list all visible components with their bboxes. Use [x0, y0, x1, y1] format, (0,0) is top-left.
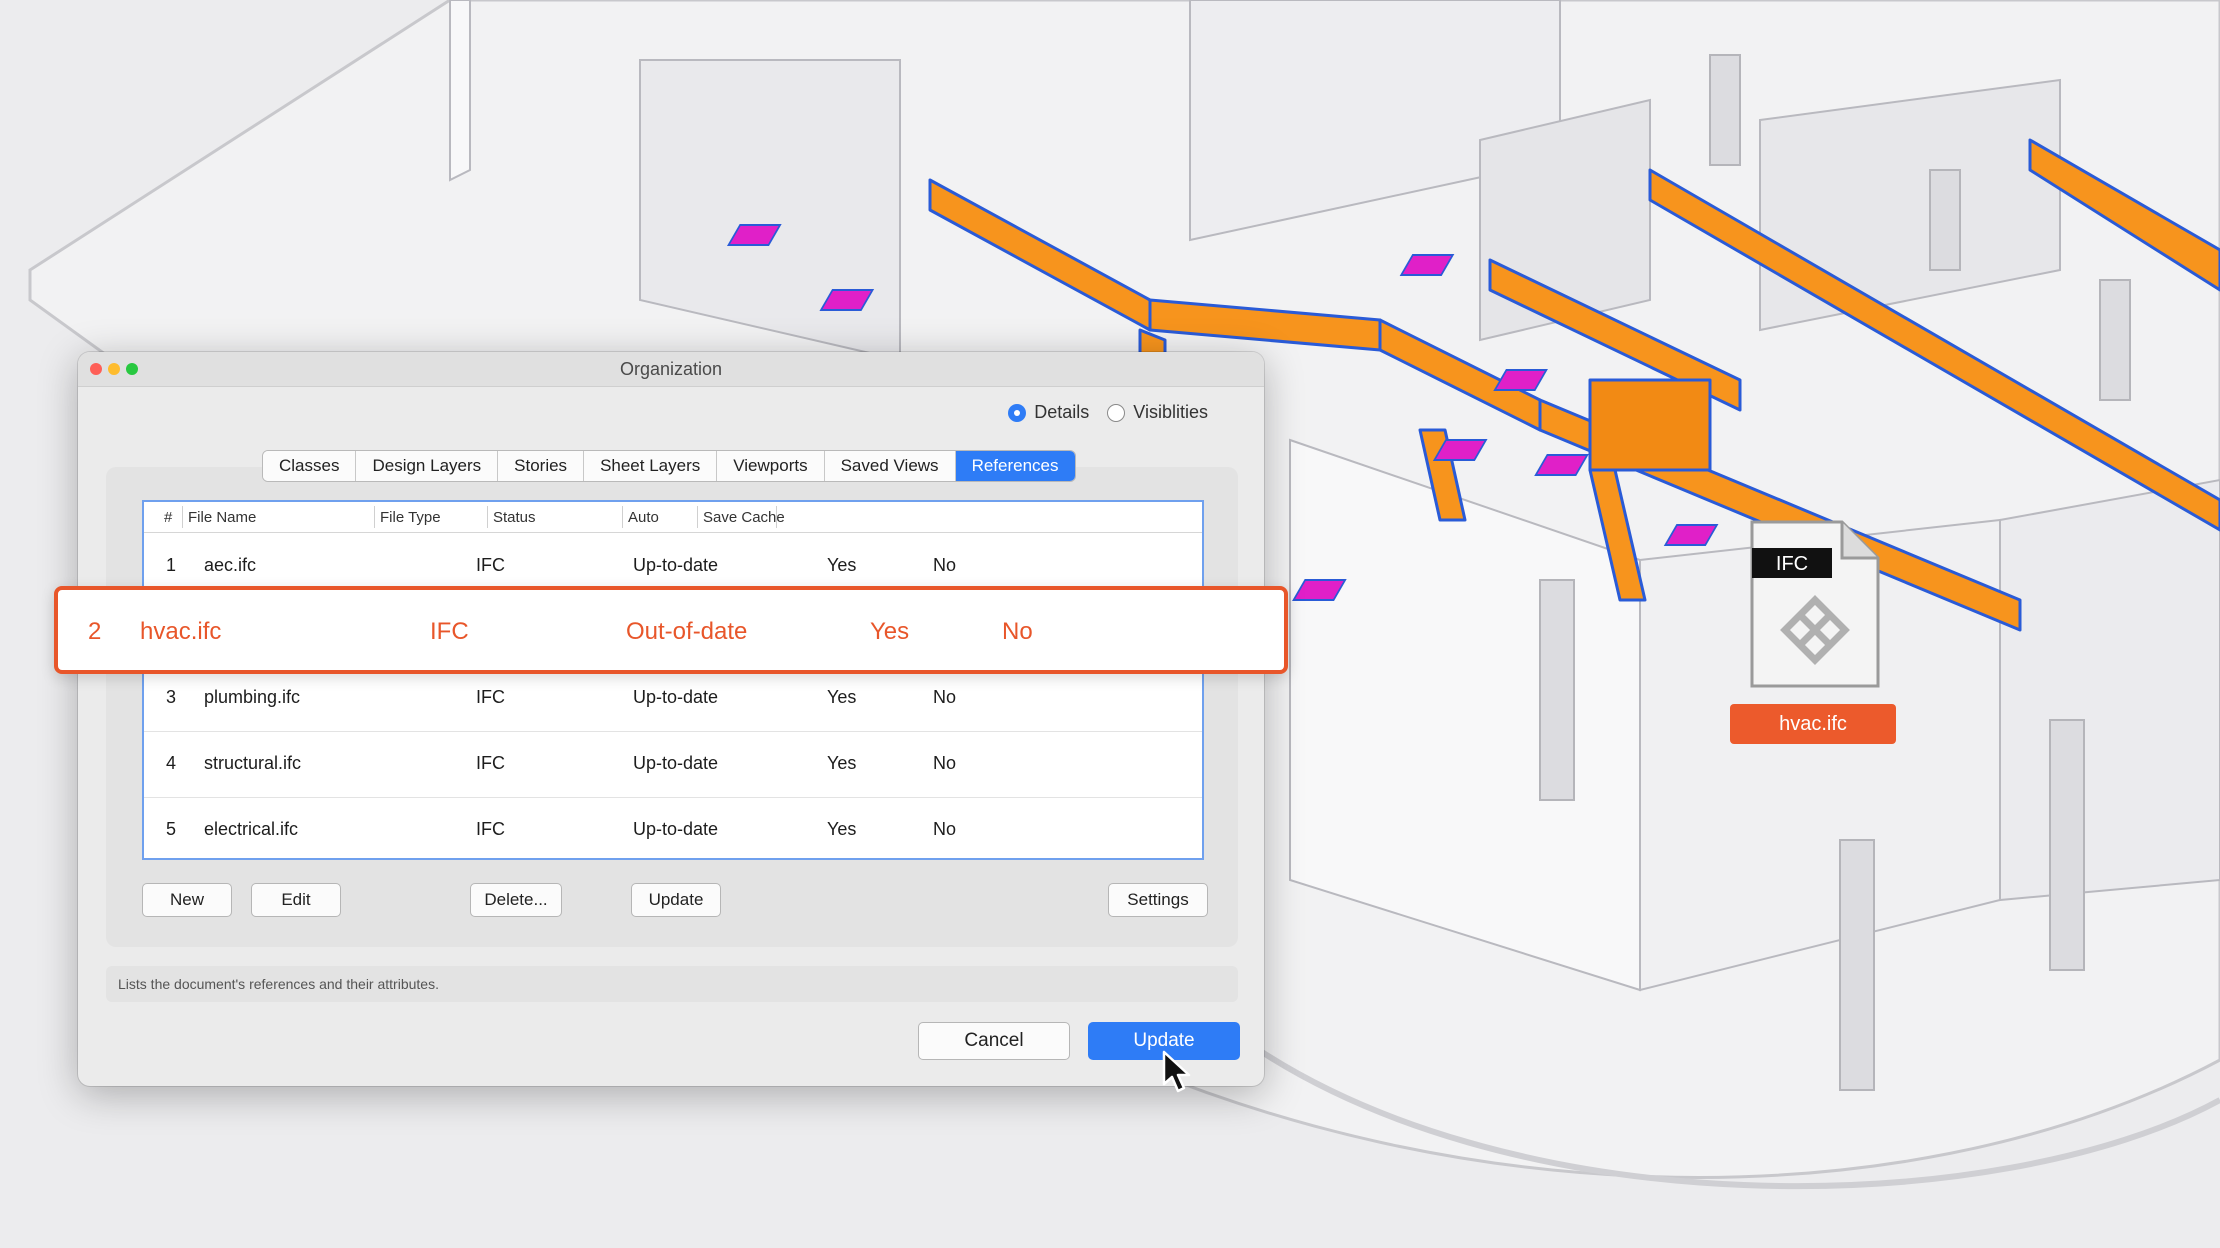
tab-sheet-layers[interactable]: Sheet Layers — [584, 451, 718, 481]
cell-file-name: hvac.ifc — [140, 618, 222, 645]
ifc-file-icon: IFC — [1750, 520, 1880, 688]
radio-visiblities[interactable]: Visiblities — [1107, 402, 1208, 423]
organization-dialog: Organization Details Visiblities Classes… — [78, 352, 1264, 1086]
table-header: # File Name File Type Status Auto Save C… — [144, 502, 1202, 533]
table-row[interactable]: 3 plumbing.ifc IFC Up-to-date Yes No — [144, 665, 1202, 732]
cell-auto: Yes — [827, 819, 857, 839]
edit-button[interactable]: Edit — [251, 883, 341, 917]
cell-file-name: electrical.ifc — [204, 819, 299, 839]
cell-file-type: IFC — [476, 819, 505, 839]
cell-file-type: IFC — [430, 618, 469, 645]
cell-file-type: IFC — [476, 753, 505, 773]
tab-design-layers[interactable]: Design Layers — [356, 451, 499, 481]
radio-details-label: Details — [1034, 402, 1090, 422]
cell-file-name: aec.ifc — [204, 555, 257, 575]
column-divider — [182, 506, 183, 528]
column-header-file-type[interactable]: File Type — [380, 509, 441, 526]
title-bar: Organization — [78, 352, 1264, 387]
radio-selected-icon — [1008, 403, 1027, 422]
cell-file-type: IFC — [476, 687, 505, 707]
cell-status: Out-of-date — [626, 618, 748, 645]
cell-save-cache: No — [933, 819, 957, 839]
view-mode-radio-group: Details Visiblities — [1008, 402, 1208, 423]
ifc-file-name-badge: hvac.ifc — [1730, 704, 1896, 744]
tab-saved-views[interactable]: Saved Views — [824, 451, 956, 481]
help-text: Lists the document's references and thei… — [106, 966, 1238, 1002]
highlighted-row-hvac[interactable]: 2 hvac.ifc IFC Out-of-date Yes No — [54, 586, 1288, 674]
cell-auto: Yes — [827, 555, 857, 575]
cell-number: 2 — [88, 618, 102, 645]
cell-save-cache: No — [933, 753, 957, 773]
cell-status: Up-to-date — [633, 819, 719, 839]
column-header-file-name[interactable]: File Name — [188, 509, 256, 526]
cell-save-cache: No — [1002, 618, 1033, 645]
cell-number: 1 — [166, 555, 177, 575]
tab-viewports[interactable]: Viewports — [717, 451, 825, 481]
column-header-auto[interactable]: Auto — [628, 509, 659, 526]
cell-number: 5 — [166, 819, 177, 839]
radio-unselected-icon — [1107, 403, 1126, 422]
column-divider — [374, 506, 375, 528]
column-divider — [697, 506, 698, 528]
cell-auto: Yes — [827, 753, 857, 773]
table-row[interactable]: 4 structural.ifc IFC Up-to-date Yes No — [144, 731, 1202, 798]
cell-number: 4 — [166, 753, 177, 773]
column-divider — [622, 506, 623, 528]
tab-bar: Classes Design Layers Stories Sheet Laye… — [262, 450, 1076, 482]
column-header-save-cache[interactable]: Save Cache — [703, 509, 785, 526]
cancel-button[interactable]: Cancel — [918, 1022, 1070, 1060]
column-header-status[interactable]: Status — [493, 509, 536, 526]
cell-auto: Yes — [870, 618, 910, 645]
tab-references[interactable]: References — [955, 451, 1075, 481]
column-header-number[interactable]: # — [164, 509, 172, 526]
cell-status: Up-to-date — [633, 753, 719, 773]
cell-auto: Yes — [827, 687, 857, 707]
tab-stories[interactable]: Stories — [498, 451, 585, 481]
window-title: Organization — [619, 359, 723, 379]
cell-status: Up-to-date — [633, 555, 719, 575]
settings-button[interactable]: Settings — [1108, 883, 1208, 917]
radio-details[interactable]: Details — [1008, 402, 1089, 423]
cell-save-cache: No — [933, 687, 957, 707]
cell-number: 3 — [166, 687, 177, 707]
cell-file-type: IFC — [476, 555, 505, 575]
update-reference-button[interactable]: Update — [631, 883, 721, 917]
radio-visiblities-label: Visiblities — [1133, 402, 1208, 422]
cell-file-name: structural.ifc — [204, 753, 302, 773]
new-button[interactable]: New — [142, 883, 232, 917]
cell-save-cache: No — [933, 555, 957, 575]
delete-button[interactable]: Delete... — [470, 883, 562, 917]
cell-status: Up-to-date — [633, 687, 719, 707]
ifc-type-text: IFC — [1776, 553, 1808, 575]
column-divider — [776, 506, 777, 528]
mouse-pointer-icon — [1162, 1050, 1191, 1093]
cell-file-name: plumbing.ifc — [204, 687, 301, 707]
table-row[interactable]: 5 electrical.ifc IFC Up-to-date Yes No — [144, 797, 1202, 863]
column-divider — [487, 506, 488, 528]
tab-classes[interactable]: Classes — [263, 451, 357, 481]
references-table: # File Name File Type Status Auto Save C… — [142, 500, 1204, 860]
